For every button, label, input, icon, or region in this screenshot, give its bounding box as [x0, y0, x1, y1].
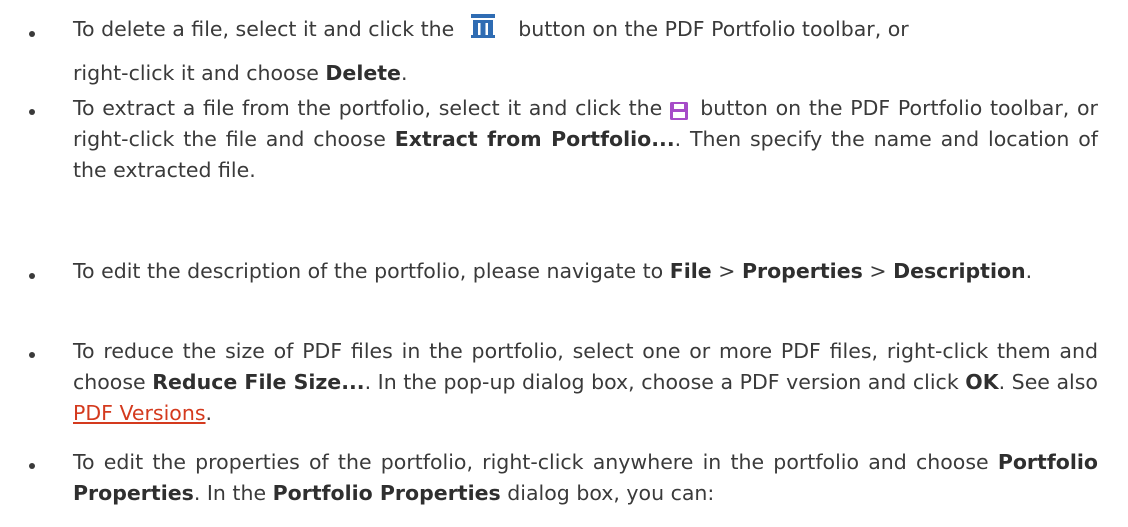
pdf-versions-link[interactable]: PDF Versions	[73, 401, 206, 425]
text: .	[400, 61, 408, 85]
text: . In the pop-up dialog box, choose a PDF…	[364, 370, 959, 394]
separator: >	[869, 259, 887, 283]
separator: >	[718, 259, 736, 283]
list-item-description: To edit the description of the portfolio…	[73, 256, 1098, 287]
list-item-extract: To extract a file from the portfolio, se…	[73, 93, 1098, 186]
text: To extract a file from the portfolio, se…	[73, 96, 663, 120]
bold-term: Properties	[741, 259, 863, 283]
list-item-delete: To delete a file, select it and click th…	[73, 8, 1098, 89]
bullet	[29, 31, 35, 37]
bold-term: Description	[893, 259, 1026, 283]
save-icon	[670, 98, 689, 120]
help-page: To delete a file, select it and click th…	[0, 0, 1128, 527]
bullet	[29, 352, 35, 358]
bullet	[29, 463, 35, 469]
text: .	[1025, 259, 1033, 283]
text: button on the PDF Portfolio toolbar, or	[518, 17, 909, 41]
list-item-properties: To edit the properties of the portfolio,…	[73, 447, 1098, 509]
bullet	[29, 273, 35, 279]
text: .	[205, 401, 213, 425]
bold-term: Extract from Portfolio...	[394, 127, 675, 151]
text: right-click it and choose	[73, 61, 319, 85]
text: . In the	[193, 481, 267, 505]
bold-term: Portfolio Properties	[272, 481, 501, 505]
text: To edit the description of the portfolio…	[73, 259, 664, 283]
bold-term: Delete	[325, 61, 401, 85]
list-item-reduce-size: To reduce the size of PDF files in the p…	[73, 336, 1098, 429]
bold-term: File	[669, 259, 712, 283]
trash-icon	[470, 11, 496, 38]
text: To edit the properties of the portfolio,…	[73, 450, 989, 474]
bullet	[29, 109, 35, 115]
text: To delete a file, select it and click th…	[73, 17, 455, 41]
bold-term: OK	[965, 370, 999, 394]
text: dialog box, you can:	[507, 481, 715, 505]
bold-term: Reduce File Size...	[152, 370, 365, 394]
text: . See also	[998, 370, 1098, 394]
